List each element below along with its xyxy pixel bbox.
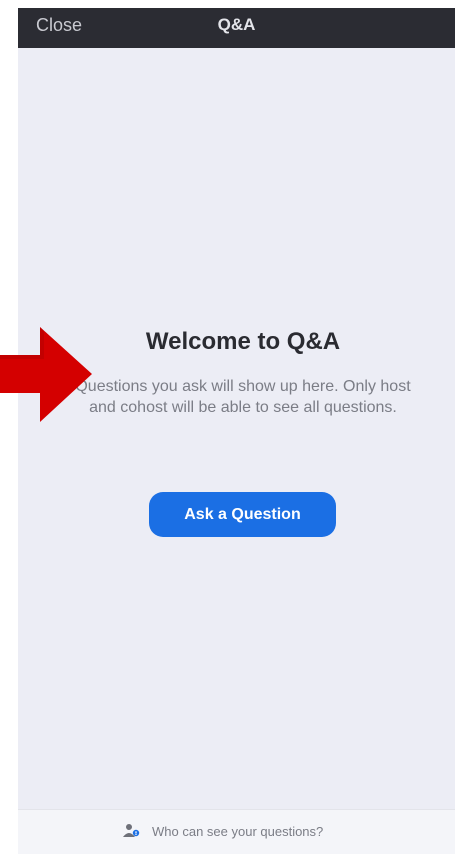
ask-question-button[interactable]: Ask a Question	[149, 492, 336, 537]
who-can-see-link[interactable]: Who can see your questions?	[122, 822, 323, 840]
page: Close Q&A Welcome to Q&A Questions you a…	[0, 0, 455, 854]
red-arrow-icon	[0, 327, 92, 422]
people-icon	[123, 824, 140, 837]
empty-state-description: Questions you ask will show up here. Onl…	[75, 378, 411, 416]
top-bar: Close Q&A	[18, 8, 455, 48]
footer: Who can see your questions?	[18, 809, 455, 854]
screen-title: Q&A	[217, 15, 256, 34]
qa-screen: Close Q&A Welcome to Q&A Questions you a…	[18, 8, 455, 854]
footer-text: Who can see your questions?	[152, 823, 324, 839]
